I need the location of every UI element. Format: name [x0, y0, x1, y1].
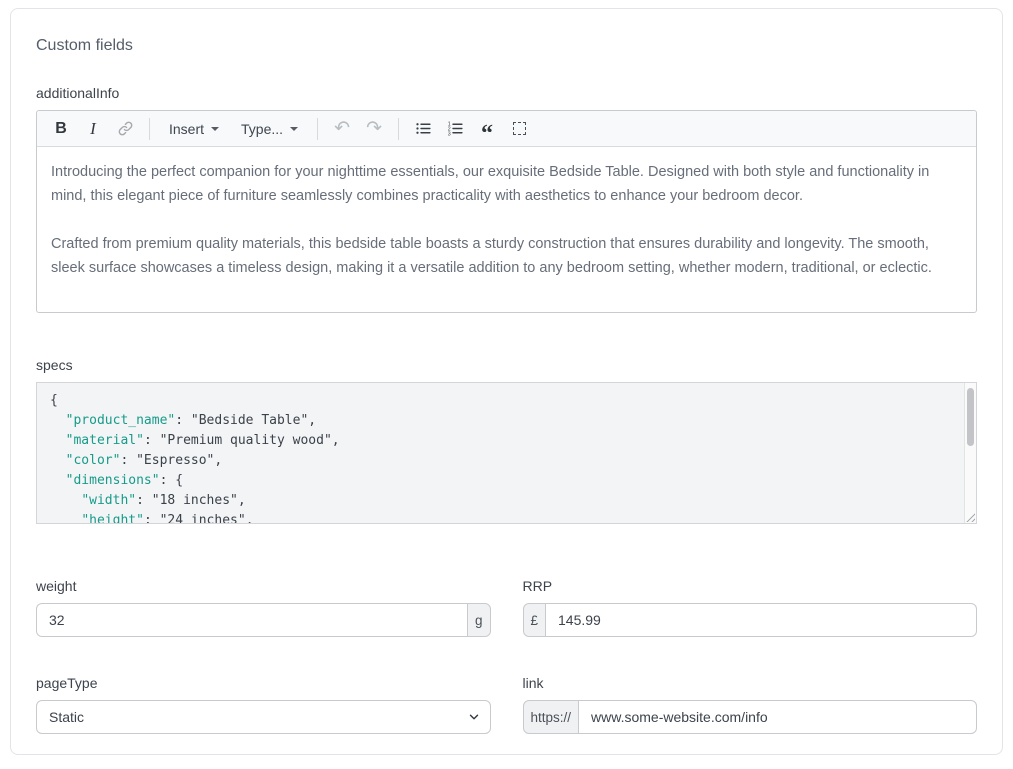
page-type-field-group: pageType Static: [36, 675, 491, 734]
link-input[interactable]: [579, 700, 977, 734]
weight-unit-addon: g: [467, 603, 491, 637]
toolbar-separator: [149, 118, 150, 140]
additional-info-label: additionalInfo: [36, 85, 977, 101]
blockquote-button[interactable]: “: [474, 116, 500, 142]
page-type-select[interactable]: Static: [36, 700, 491, 734]
protocol-addon: https://: [523, 700, 580, 734]
toolbar-separator: [317, 118, 318, 140]
link-icon: [117, 120, 134, 137]
undo-button[interactable]: ↶: [329, 116, 355, 142]
undo-icon: ↶: [334, 119, 350, 138]
weight-field-group: weight g: [36, 578, 491, 637]
rte-paragraph: Introducing the perfect companion for yo…: [51, 160, 962, 208]
weight-input[interactable]: [36, 603, 467, 637]
chevron-down-icon: [290, 127, 298, 131]
blockquote-icon: “: [481, 118, 493, 140]
show-blocks-button[interactable]: [506, 116, 532, 142]
custom-fields-card: Custom fields additionalInfo B I Insert …: [10, 8, 1003, 755]
numbered-list-icon: 1 2 3: [447, 120, 464, 137]
rich-text-editor: B I Insert Type... ↶ ↷: [36, 110, 977, 313]
numbered-list-button[interactable]: 1 2 3: [442, 116, 468, 142]
svg-text:3: 3: [447, 132, 450, 137]
bullet-list-button[interactable]: [410, 116, 436, 142]
currency-addon: £: [523, 603, 547, 637]
type-dropdown[interactable]: Type...: [233, 116, 306, 142]
rrp-label: RRP: [523, 578, 978, 594]
italic-button[interactable]: I: [80, 116, 106, 142]
page-type-label: pageType: [36, 675, 491, 691]
rte-toolbar: B I Insert Type... ↶ ↷: [37, 111, 976, 147]
card-title: Custom fields: [36, 37, 977, 55]
rrp-input[interactable]: [546, 603, 977, 637]
rich-text-content[interactable]: Introducing the perfect companion for yo…: [37, 147, 976, 312]
link-label: link: [523, 675, 978, 691]
toolbar-separator: [398, 118, 399, 140]
specs-code-content: { "product_name": "Bedside Table", "mate…: [50, 391, 952, 524]
specs-code-editor[interactable]: { "product_name": "Bedside Table", "mate…: [36, 382, 977, 524]
redo-button[interactable]: ↷: [361, 116, 387, 142]
specs-scrollbar[interactable]: [964, 383, 976, 523]
scrollbar-thumb[interactable]: [967, 388, 974, 446]
specs-label: specs: [36, 357, 977, 373]
bullet-list-icon: [415, 120, 432, 137]
rrp-field-group: RRP £: [523, 578, 978, 637]
dashed-box-icon: [513, 122, 526, 135]
link-field-group: link https://: [523, 675, 978, 734]
type-dropdown-label: Type...: [241, 121, 283, 137]
chevron-down-icon: [211, 127, 219, 131]
insert-dropdown[interactable]: Insert: [161, 116, 227, 142]
link-button[interactable]: [112, 116, 138, 142]
weight-label: weight: [36, 578, 491, 594]
insert-dropdown-label: Insert: [169, 121, 204, 137]
bold-button[interactable]: B: [48, 116, 74, 142]
rte-paragraph: Crafted from premium quality materials, …: [51, 232, 962, 280]
redo-icon: ↷: [366, 119, 382, 138]
